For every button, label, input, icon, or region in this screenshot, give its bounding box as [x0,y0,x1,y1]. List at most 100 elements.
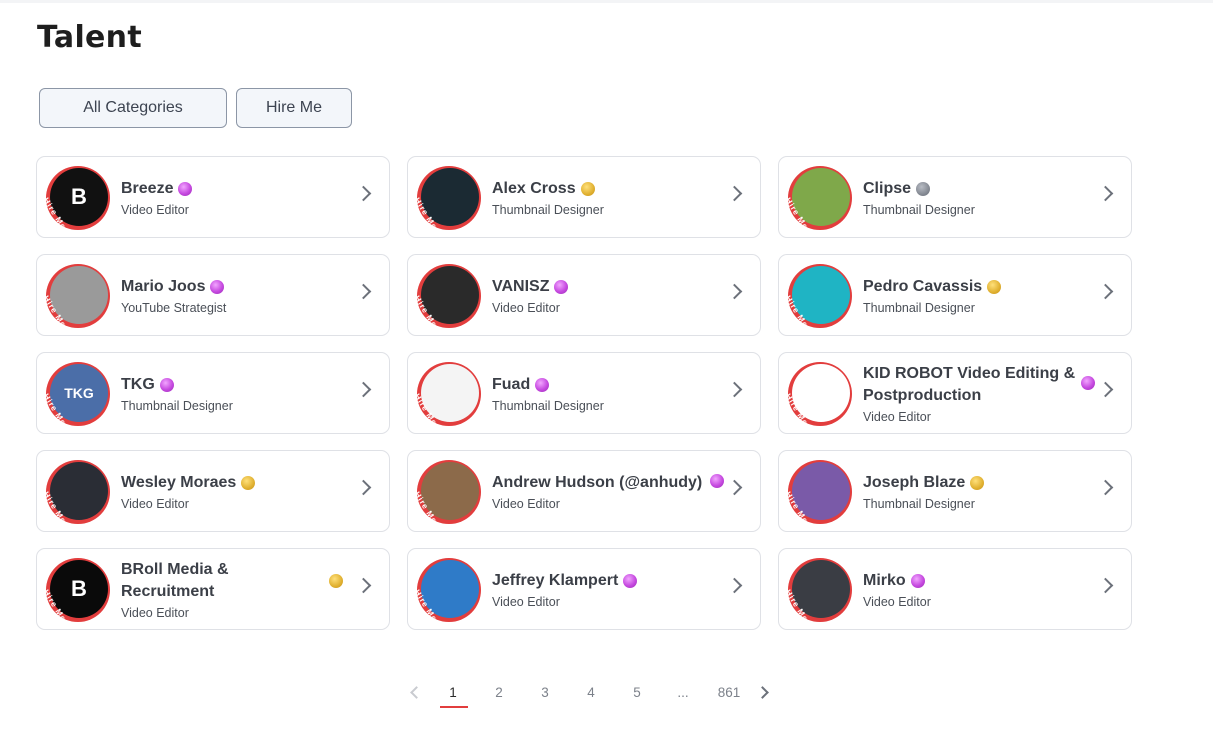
chevron-right-icon[interactable] [726,185,743,202]
chevron-right-icon[interactable] [1097,381,1114,398]
talent-name-row: Wesley Moraes [121,472,343,494]
top-divider [0,0,1213,3]
talent-name-row: Andrew Hudson (@anhudy) [492,472,714,494]
talent-name-row: Alex Cross [492,178,714,200]
verified-badge-icon [580,181,595,196]
talent-card[interactable]: TKG Hire Me TKG Thumbnail Designer [36,352,390,434]
talent-name: Pedro Cavassis [863,277,983,295]
talent-card[interactable]: Hire Me Jeffrey Klampert Video Editor [407,548,761,630]
talent-card[interactable]: Hire Me Mirko Video Editor [778,548,1132,630]
next-page-icon[interactable] [752,678,782,708]
talent-info: Andrew Hudson (@anhudy) Video Editor [492,451,714,531]
talent-name-row: Jeffrey Klampert [492,570,714,592]
talent-card[interactable]: Hire Me Joseph Blaze Thumbnail Designer [778,450,1132,532]
talent-role: Video Editor [121,496,189,511]
filter-hire-me-button[interactable]: Hire Me [236,88,352,128]
page-number[interactable]: 1 [430,678,476,708]
page-number[interactable]: 5 [614,678,660,708]
talent-name: Wesley Moraes [121,473,237,491]
talent-role: Thumbnail Designer [492,398,604,413]
chevron-right-icon[interactable] [355,283,372,300]
talent-role: Thumbnail Designer [121,398,233,413]
talent-role: Video Editor [121,605,189,620]
chevron-right-icon[interactable] [726,577,743,594]
verified-badge-icon [159,377,174,392]
chevron-right-icon[interactable] [355,185,372,202]
talent-name-row: Mario Joos [121,276,343,298]
talent-name-row: BRoll Media & Recruitment [121,559,343,603]
page-ellipsis: ... [677,685,689,700]
talent-info: VANISZ Video Editor [492,255,714,335]
chevron-right-icon[interactable] [726,381,743,398]
chevron-right-icon[interactable] [1097,577,1114,594]
page-number[interactable]: 3 [522,678,568,708]
talent-card[interactable]: Hire Me KID ROBOT Video Editing & Postpro… [778,352,1132,434]
talent-card[interactable]: Hire Me Clipse Thumbnail Designer [778,156,1132,238]
talent-name: Joseph Blaze [863,473,966,491]
talent-name-row: Mirko [863,570,1085,592]
verified-badge-icon [987,279,1002,294]
talent-card[interactable]: B Hire Me Breeze Video Editor [36,156,390,238]
talent-info: Mario Joos YouTube Strategist [121,255,343,335]
talent-name-row: Joseph Blaze [863,472,1085,494]
talent-role: Video Editor [492,594,560,609]
page-number[interactable]: 861 [706,678,752,708]
talent-card[interactable]: Hire Me Andrew Hudson (@anhudy) Video Edit… [407,450,761,532]
talent-name-row: KID ROBOT Video Editing & Postproduction [863,363,1085,407]
verified-badge-icon [554,279,569,294]
previous-page-icon[interactable] [400,678,430,708]
talent-card[interactable]: B Hire Me BRoll Media & Recruitment Video E… [36,548,390,630]
talent-info: Pedro Cavassis Thumbnail Designer [863,255,1085,335]
talent-card[interactable]: Hire Me VANISZ Video Editor [407,254,761,336]
chevron-right-icon[interactable] [1097,479,1114,496]
talent-card[interactable]: Hire Me Wesley Moraes Video Editor [36,450,390,532]
talent-card[interactable]: Hire Me Mario Joos YouTube Strategist [36,254,390,336]
page-number[interactable]: 4 [568,678,614,708]
talent-info: Mirko Video Editor [863,549,1085,629]
chevron-right-icon[interactable] [355,381,372,398]
talent-info: TKG Thumbnail Designer [121,353,343,433]
talent-role: Video Editor [121,202,189,217]
talent-card[interactable]: Hire Me Alex Cross Thumbnail Designer [407,156,761,238]
avatar: Hire Me [417,460,481,524]
talent-info: Alex Cross Thumbnail Designer [492,157,714,237]
avatar: Hire Me [788,264,852,328]
pagination: 1 2 3 4 5... 861 [400,678,782,708]
avatar: B Hire Me [46,166,110,230]
talent-role: YouTube Strategist [121,300,227,315]
chevron-right-icon[interactable] [726,283,743,300]
chevron-right-icon[interactable] [355,577,372,594]
verified-badge-icon [910,573,925,588]
avatar: Hire Me [788,166,852,230]
chevron-right-icon[interactable] [726,479,743,496]
avatar: Hire Me [417,362,481,426]
talent-name-row: Pedro Cavassis [863,276,1085,298]
page-title: Talent [37,20,142,55]
talent-name: BRoll Media & Recruitment [121,560,229,600]
page-number[interactable]: 2 [476,678,522,708]
avatar: Hire Me [417,558,481,622]
talent-name: Andrew Hudson (@anhudy) [492,473,703,491]
chevron-right-icon[interactable] [1097,283,1114,300]
talent-name-row: TKG [121,374,343,396]
verified-badge-icon [535,377,550,392]
talent-name: Mirko [863,571,906,589]
talent-card[interactable]: Hire Me Pedro Cavassis Thumbnail Designer [778,254,1132,336]
talent-name: KID ROBOT Video Editing & Postproduction [863,364,1076,404]
filter-all-categories-button[interactable]: All Categories [39,88,227,128]
avatar: Hire Me [417,264,481,328]
talent-role: Thumbnail Designer [863,202,975,217]
talent-name-row: VANISZ [492,276,714,298]
talent-name-row: Clipse [863,178,1085,200]
talent-name: Breeze [121,179,174,197]
avatar: B Hire Me [46,558,110,622]
talent-role: Thumbnail Designer [492,202,604,217]
talent-info: KID ROBOT Video Editing & Postproduction… [863,353,1085,433]
verified-badge-icon [210,279,225,294]
verified-badge-icon [329,573,343,588]
talent-name: VANISZ [492,277,550,295]
talent-card[interactable]: Hire Me Fuad Thumbnail Designer [407,352,761,434]
chevron-right-icon[interactable] [1097,185,1114,202]
chevron-right-icon[interactable] [355,479,372,496]
talent-role: Thumbnail Designer [863,496,975,511]
